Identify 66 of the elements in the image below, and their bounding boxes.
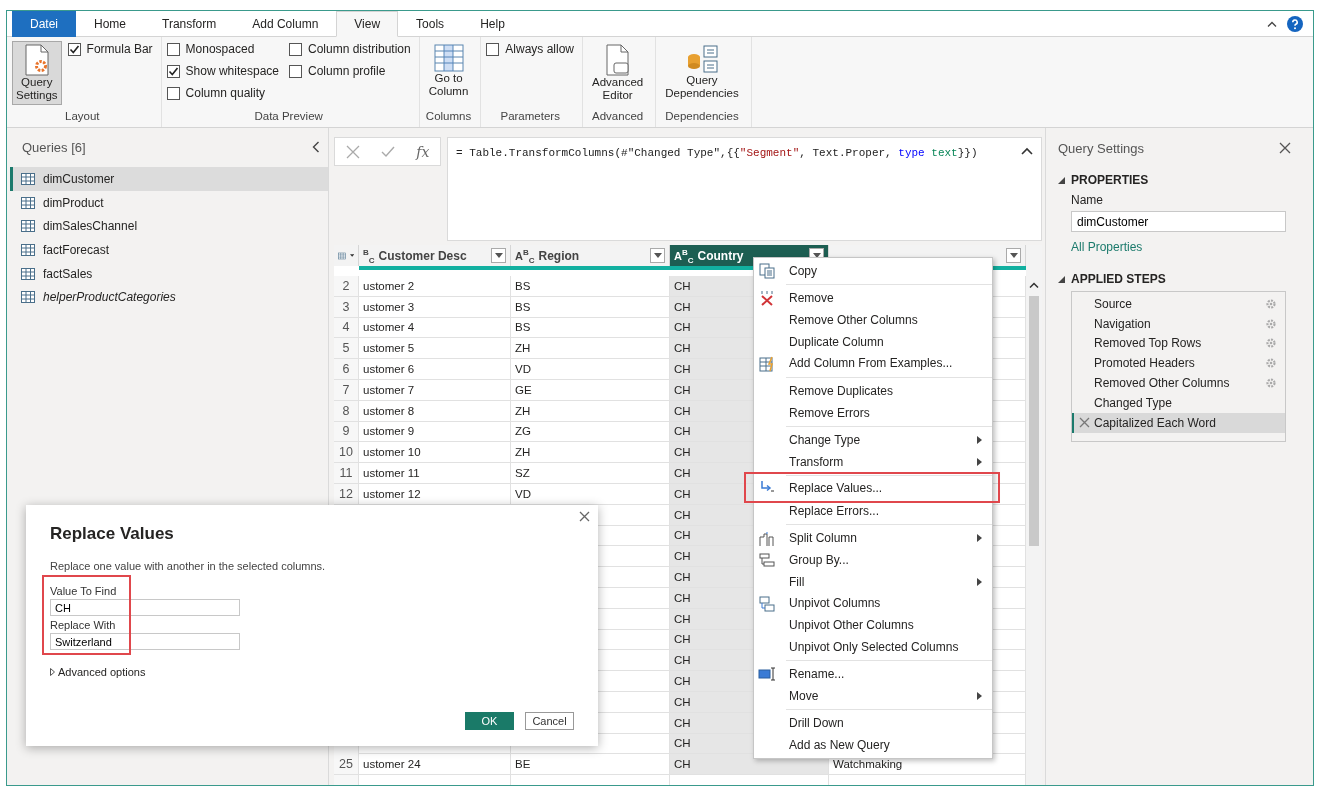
dialog-title: Replace Values bbox=[50, 524, 175, 544]
ribbon-tab[interactable]: Transform bbox=[144, 11, 235, 37]
formula-text: = Table.TransformColumns(#"Changed Type",{{"Segment", Text.Proper, type text}}) bbox=[456, 147, 978, 159]
query-item[interactable]: factSales bbox=[10, 261, 328, 286]
checkbox[interactable]: Formula Bar bbox=[67, 41, 153, 57]
group-label: Layout bbox=[64, 110, 101, 124]
fx-label[interactable]: fx bbox=[416, 143, 430, 160]
section-heading: PROPERTIES bbox=[1071, 173, 1149, 187]
checkbox[interactable]: Always allow bbox=[486, 41, 575, 57]
checkbox[interactable]: Column quality bbox=[166, 85, 279, 101]
field-label: Value To Find bbox=[50, 585, 118, 597]
checkbox-label: Show whitespace bbox=[185, 64, 279, 78]
query-item[interactable]: dimSalesChannel bbox=[10, 214, 328, 239]
checkbox-label: Monospaced bbox=[185, 42, 255, 56]
section-heading: APPLIED STEPS bbox=[1071, 272, 1166, 286]
column-title: Customer Desc bbox=[378, 248, 467, 263]
group-label: Data Preview bbox=[253, 110, 324, 124]
ribbon-button[interactable]: Query Dependencies bbox=[661, 41, 743, 103]
advanced-options-toggle[interactable]: Advanced options bbox=[50, 666, 146, 678]
dialog-button[interactable]: Cancel bbox=[525, 712, 574, 730]
applied-step[interactable]: Changed Type bbox=[1072, 393, 1285, 413]
all-properties-link[interactable]: All Properties bbox=[1071, 240, 1143, 254]
applied-step[interactable]: Source bbox=[1072, 294, 1285, 314]
applied-step[interactable]: Removed Other Columns bbox=[1072, 373, 1285, 393]
query-item[interactable]: dimProduct bbox=[10, 190, 328, 215]
query-item[interactable]: factForecast bbox=[10, 238, 328, 262]
name-field[interactable]: dimCustomer bbox=[1071, 211, 1286, 232]
ribbon-tab[interactable]: Tools bbox=[398, 11, 463, 37]
ribbon-tab[interactable]: Add Column bbox=[234, 11, 337, 37]
checkbox-label: Formula Bar bbox=[86, 42, 153, 56]
checkbox[interactable]: Monospaced bbox=[166, 41, 279, 57]
field-label: Name bbox=[1071, 193, 1104, 207]
panel-title: Queries [6] bbox=[22, 139, 86, 155]
checkbox-label: Column profile bbox=[308, 64, 386, 78]
applied-step[interactable]: Navigation bbox=[1072, 313, 1285, 334]
ribbon-tab[interactable]: Home bbox=[76, 11, 145, 37]
applied-step[interactable]: Promoted Headers bbox=[1072, 353, 1285, 374]
ribbon-tab[interactable]: Help bbox=[462, 11, 523, 37]
panel-title: Query Settings bbox=[1058, 140, 1144, 156]
checkbox[interactable]: Show whitespace bbox=[166, 63, 279, 79]
applied-step[interactable]: Removed Top Rows bbox=[1072, 333, 1285, 354]
ribbon-tab[interactable]: View bbox=[336, 11, 399, 37]
menu-item[interactable]: Replace Values... bbox=[744, 472, 1000, 504]
group-label: Dependencies bbox=[664, 110, 740, 124]
checkbox-label: Column distribution bbox=[308, 42, 411, 56]
checkbox[interactable]: Column distribution bbox=[289, 41, 411, 57]
group-label: Advanced bbox=[591, 110, 645, 124]
ribbon-button[interactable]: Advanced Editor bbox=[588, 41, 648, 105]
query-item[interactable]: dimCustomer bbox=[10, 167, 328, 191]
ribbon-button[interactable]: Go to Column bbox=[424, 41, 473, 101]
column-title: Country bbox=[697, 248, 744, 263]
group-label: Parameters bbox=[499, 110, 561, 124]
field-label: Replace With bbox=[50, 619, 117, 631]
input-field[interactable]: CH bbox=[50, 599, 240, 616]
applied-step[interactable]: Capitalized Each Word bbox=[1072, 412, 1285, 433]
group-label: Columns bbox=[424, 110, 473, 124]
input-field[interactable]: Switzerland bbox=[50, 633, 240, 650]
dialog-description: Replace one value with another in the selected columns. bbox=[50, 560, 327, 572]
checkbox[interactable]: Column profile bbox=[289, 63, 411, 79]
checkbox-label: Column quality bbox=[185, 86, 265, 100]
checkbox-label: Always allow bbox=[505, 42, 575, 56]
dialog-button[interactable]: OK bbox=[465, 712, 514, 730]
ribbon-tab[interactable]: Datei bbox=[12, 11, 76, 37]
column-title: Region bbox=[538, 248, 580, 263]
ribbon-button[interactable]: Query Settings bbox=[12, 41, 62, 105]
formula-field[interactable]: = Table.TransformColumns(#"Changed Type",{{"Segment", Text.Proper, type text}}) bbox=[447, 137, 1042, 241]
